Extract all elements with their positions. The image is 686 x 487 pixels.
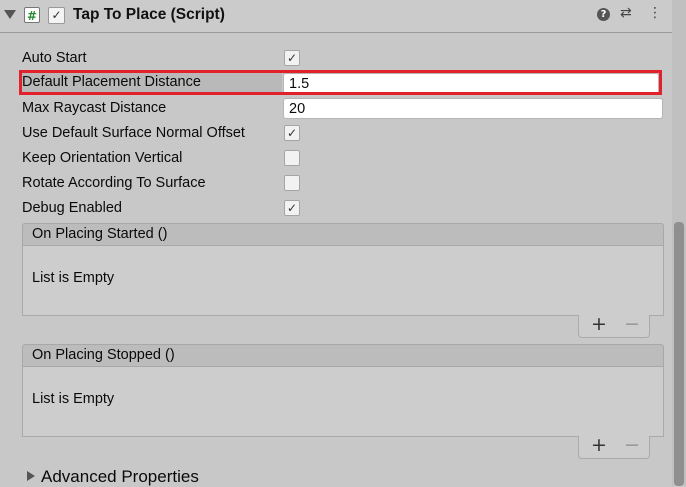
component-enabled-checkbox[interactable]: ✓ — [48, 7, 65, 24]
debug-enabled-label: Debug Enabled — [22, 200, 122, 216]
on-placing-started-list: List is Empty — [22, 246, 664, 316]
keep-orientation-vertical-checkbox[interactable] — [284, 150, 300, 166]
presets-icon[interactable]: ⇄ — [620, 5, 632, 21]
max-raycast-distance-row: Max Raycast Distance 20 — [22, 98, 663, 120]
on-placing-stopped-header: On Placing Stopped () — [22, 344, 664, 367]
on-placing-started-footer: + − — [578, 313, 650, 338]
component-title: Tap To Place (Script) — [73, 6, 225, 23]
auto-start-label: Auto Start — [22, 50, 87, 66]
auto-start-checkbox[interactable]: ✓ — [284, 50, 300, 66]
checkmark-icon: ✓ — [286, 126, 298, 140]
checkmark-icon: ✓ — [51, 8, 62, 22]
debug-enabled-row: Debug Enabled ✓ — [22, 198, 662, 220]
rotate-according-to-surface-label: Rotate According To Surface — [22, 175, 206, 191]
use-default-surface-normal-offset-row: Use Default Surface Normal Offset ✓ — [22, 123, 662, 145]
keep-orientation-vertical-row: Keep Orientation Vertical — [22, 148, 662, 170]
component-header: # ✓ Tap To Place (Script) ? ⇄ ⋮ — [0, 0, 672, 33]
on-placing-stopped-title: On Placing Stopped () — [32, 347, 175, 363]
script-icon: # — [24, 7, 40, 23]
on-placing-stopped-list: List is Empty — [22, 367, 664, 437]
remove-listener-button[interactable]: − — [624, 434, 640, 456]
on-placing-started-title: On Placing Started () — [32, 226, 168, 242]
advanced-properties-label: Advanced Properties — [41, 467, 199, 486]
list-empty-text: List is Empty — [32, 270, 115, 286]
help-icon[interactable]: ? — [597, 8, 610, 21]
checkmark-icon: ✓ — [286, 201, 298, 215]
highlight-box — [19, 70, 662, 95]
add-listener-button[interactable]: + — [591, 313, 607, 335]
on-placing-stopped-footer: + − — [578, 434, 650, 459]
auto-start-row: Auto Start ✓ — [22, 48, 662, 70]
on-placing-started-header: On Placing Started () — [22, 223, 664, 246]
max-raycast-distance-label: Max Raycast Distance — [22, 100, 167, 116]
checkmark-icon: ✓ — [286, 51, 298, 65]
foldout-arrow-icon — [27, 471, 35, 481]
max-raycast-distance-field[interactable]: 20 — [283, 98, 663, 119]
vertical-scrollbar[interactable] — [672, 0, 686, 486]
use-default-surface-normal-offset-checkbox[interactable]: ✓ — [284, 125, 300, 141]
scrollbar-thumb[interactable] — [674, 222, 684, 486]
keep-orientation-vertical-label: Keep Orientation Vertical — [22, 150, 183, 166]
rotate-according-to-surface-row: Rotate According To Surface — [22, 173, 662, 195]
add-listener-button[interactable]: + — [591, 434, 607, 456]
use-default-surface-normal-offset-label: Use Default Surface Normal Offset — [22, 125, 245, 141]
debug-enabled-checkbox[interactable]: ✓ — [284, 200, 300, 216]
list-empty-text: List is Empty — [32, 391, 115, 407]
context-menu-icon[interactable]: ⋮ — [648, 5, 662, 21]
foldout-arrow-icon[interactable] — [4, 10, 16, 19]
remove-listener-button[interactable]: − — [624, 313, 640, 335]
rotate-according-to-surface-checkbox[interactable] — [284, 175, 300, 191]
